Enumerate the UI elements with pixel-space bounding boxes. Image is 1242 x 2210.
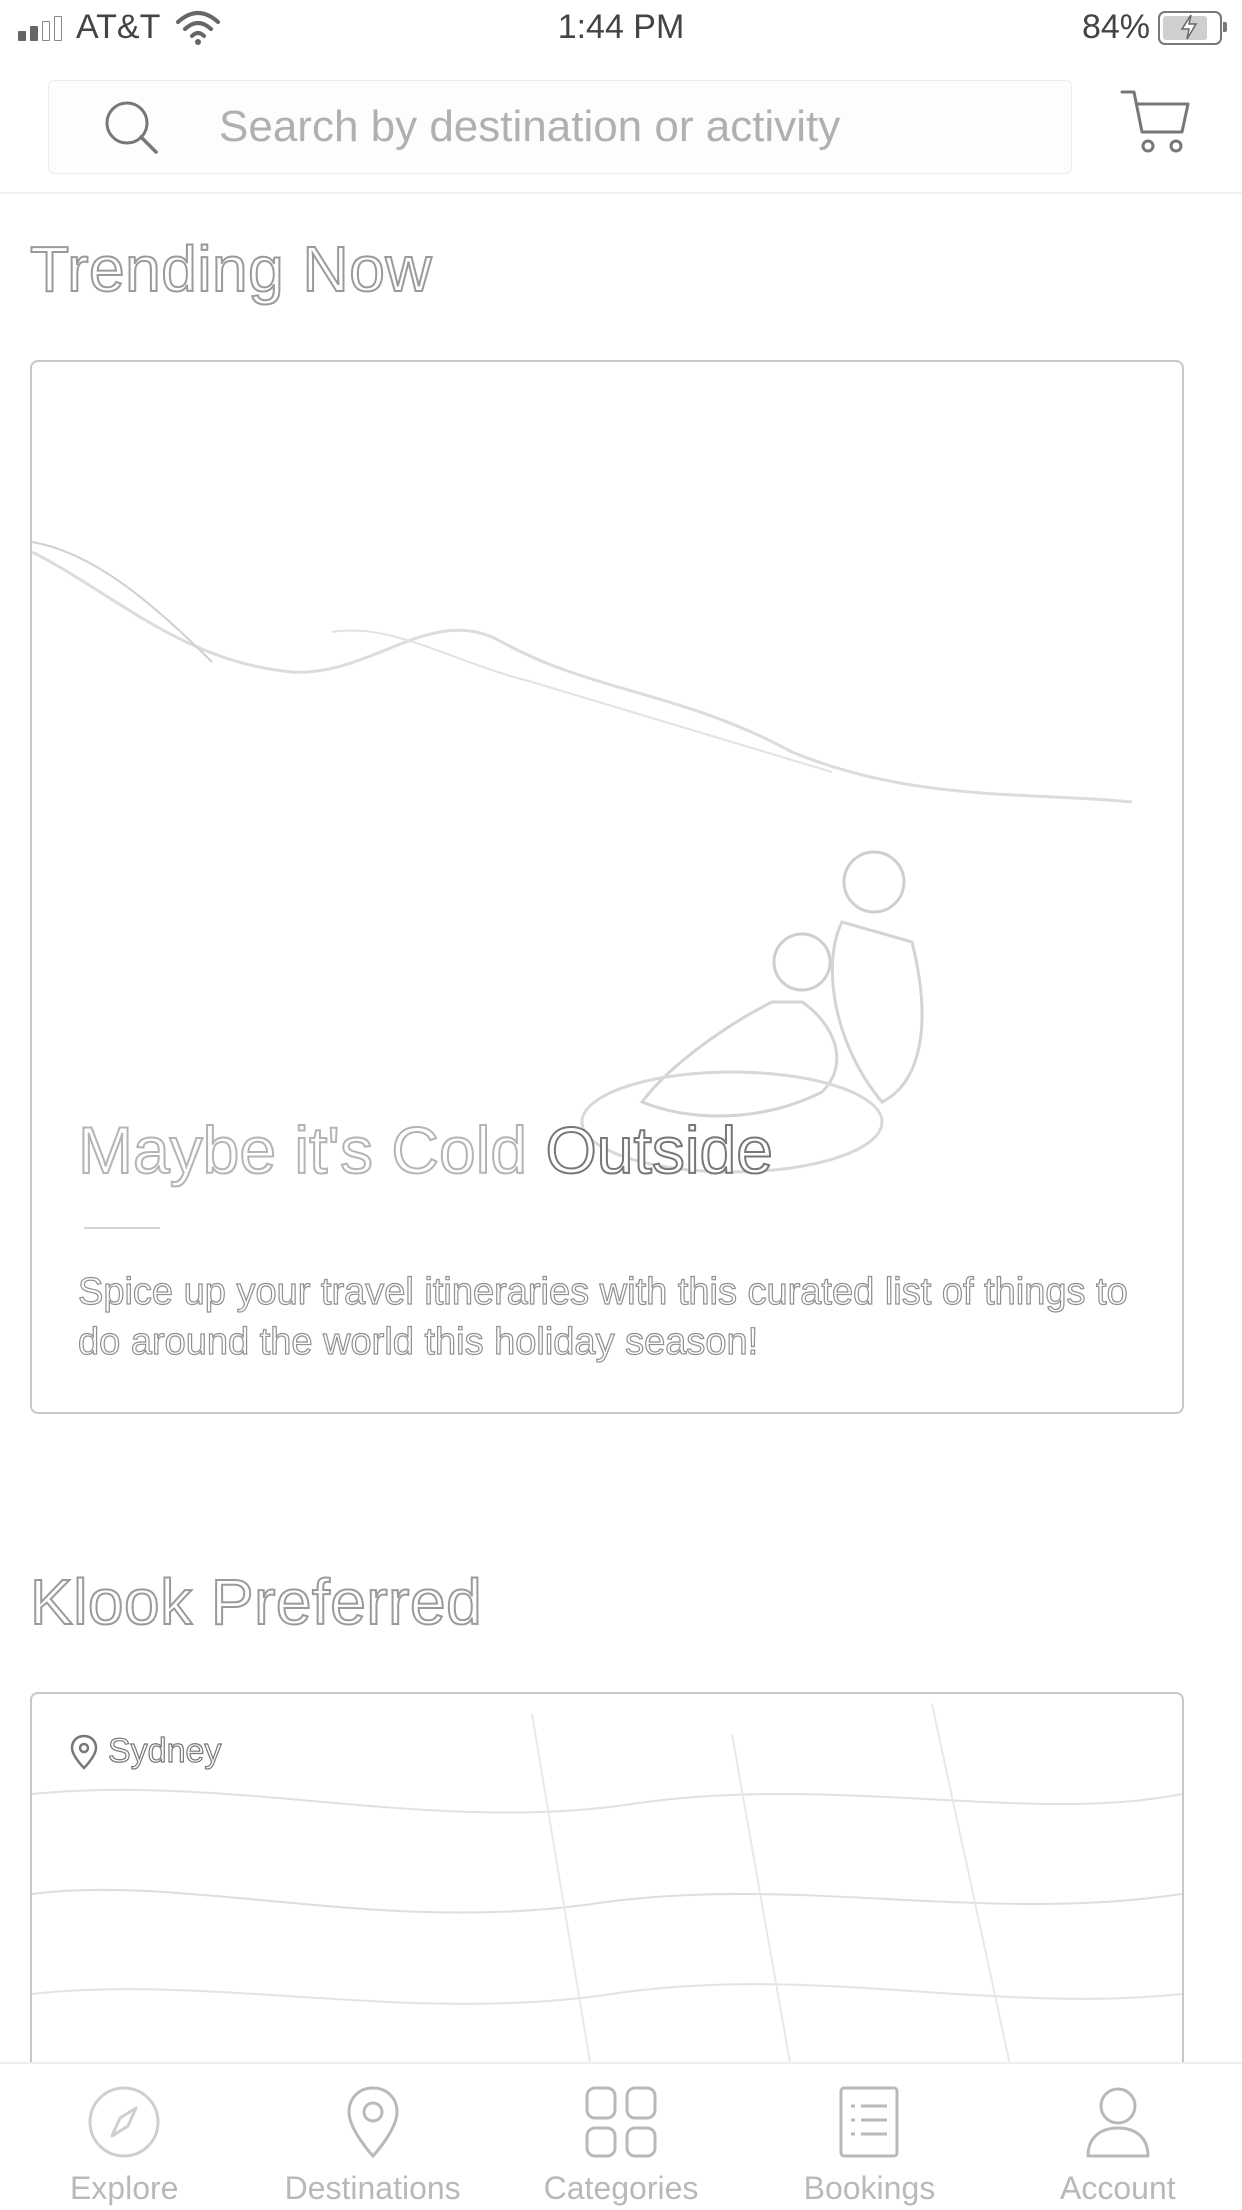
tab-label: Destinations xyxy=(284,2170,461,2206)
compass-icon xyxy=(88,2086,160,2158)
tab-account[interactable]: Account xyxy=(994,2064,1242,2210)
sledding-illustration xyxy=(32,541,1133,1174)
cart-icon[interactable] xyxy=(1118,84,1194,160)
card-title-part1: Maybe it's Cold xyxy=(77,1112,546,1188)
tab-bar: Explore Destinations Categories Bookings xyxy=(0,2062,1242,2210)
search-header xyxy=(0,60,1242,194)
battery-icon xyxy=(1158,10,1227,45)
map-pin-icon xyxy=(347,2086,399,2159)
search-icon xyxy=(105,101,158,154)
tab-label: Bookings xyxy=(803,2170,936,2206)
trending-card-title: Maybe it's Cold Outside xyxy=(77,1112,774,1188)
clock: 1:44 PM xyxy=(557,8,685,46)
person-icon xyxy=(1086,2087,1150,2158)
tab-label: Account xyxy=(1060,2170,1176,2206)
location-tag: Sydney xyxy=(70,1731,222,1771)
tab-categories[interactable]: Categories xyxy=(497,2064,745,2210)
card-title-part2: Outside xyxy=(544,1112,773,1188)
preferred-section-title: Klook Preferred xyxy=(29,1565,483,1639)
location-label: Sydney xyxy=(107,1731,222,1770)
tab-explore[interactable]: Explore xyxy=(0,2064,248,2210)
charging-bolt-icon xyxy=(1180,14,1198,39)
battery-percentage: 84% xyxy=(1081,8,1150,46)
preferred-card[interactable]: Sydney xyxy=(30,1692,1184,2076)
trending-section-title: Trending Now xyxy=(29,232,433,306)
tab-label: Categories xyxy=(543,2170,699,2206)
list-icon xyxy=(839,2086,899,2158)
tab-bookings[interactable]: Bookings xyxy=(745,2064,993,2210)
trending-card-description: Spice up your travel itineraries with th… xyxy=(77,1270,1128,1363)
status-bar: AT&T 1:44 PM 84% xyxy=(0,0,1242,60)
trending-card[interactable]: Maybe it's Cold Outside Spice up your tr… xyxy=(30,360,1184,1414)
search-input[interactable] xyxy=(217,93,1041,161)
card-divider xyxy=(84,1227,160,1229)
search-bar[interactable] xyxy=(48,80,1072,174)
tab-label: Explore xyxy=(69,2170,179,2206)
grid-icon xyxy=(585,2086,657,2158)
status-right: 84% xyxy=(1081,8,1227,47)
map-pin-icon xyxy=(70,1734,98,1770)
tab-destinations[interactable]: Destinations xyxy=(248,2064,496,2210)
